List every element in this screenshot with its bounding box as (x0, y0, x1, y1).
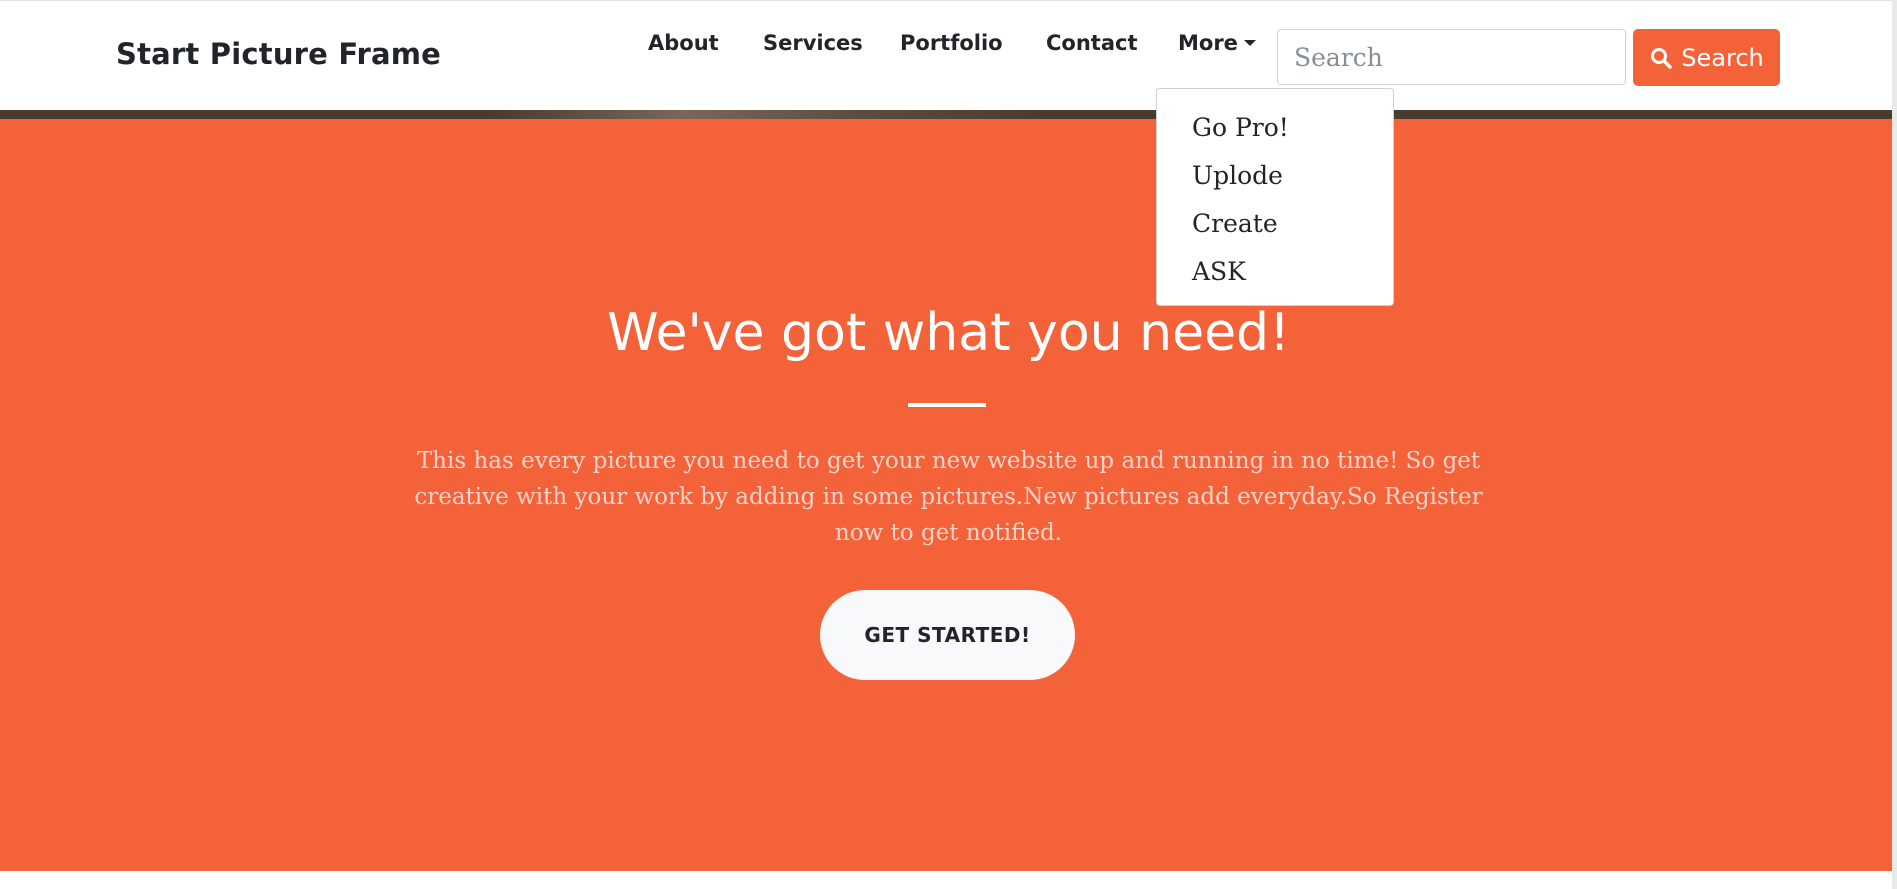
search-input[interactable] (1277, 29, 1626, 85)
get-started-button[interactable]: GET STARTED! (820, 590, 1075, 680)
nav-portfolio-link[interactable]: Portfolio (900, 31, 1003, 55)
dropdown-item-uplode[interactable]: Uplode (1157, 152, 1393, 200)
nav-about-link[interactable]: About (648, 31, 719, 55)
search-button[interactable]: Search (1633, 29, 1780, 86)
brand-logo-text[interactable]: Start Picture Frame (116, 37, 441, 71)
nav-services-link[interactable]: Services (763, 31, 863, 55)
page-scrollbar[interactable] (1892, 0, 1897, 889)
nav-contact-link[interactable]: Contact (1046, 31, 1138, 55)
hero-section: We've got what you need! This has every … (0, 119, 1897, 871)
dropdown-item-go-pro[interactable]: Go Pro! (1157, 104, 1393, 152)
page: Start Picture Frame About Services Portf… (0, 0, 1897, 889)
navbar: Start Picture Frame About Services Portf… (0, 0, 1897, 110)
search-icon (1649, 46, 1673, 70)
hero-description: This has every picture you need to get y… (414, 448, 1483, 546)
hero-divider (908, 403, 986, 407)
dropdown-item-ask[interactable]: ASK (1157, 248, 1393, 296)
nav-more-label: More (1178, 31, 1238, 55)
caret-down-icon (1243, 40, 1256, 46)
more-dropdown-menu: Go Pro! Uplode Create ASK (1156, 88, 1394, 306)
hero-title: We've got what you need! (607, 303, 1290, 363)
hero-background-strip (0, 110, 1897, 119)
dropdown-item-create[interactable]: Create (1157, 200, 1393, 248)
search-button-label: Search (1681, 43, 1764, 72)
nav-more-dropdown-toggle[interactable]: More (1178, 31, 1256, 55)
